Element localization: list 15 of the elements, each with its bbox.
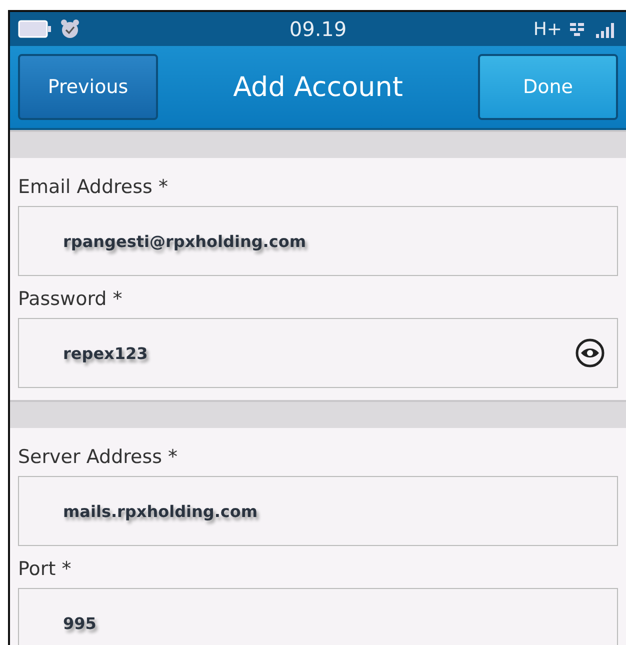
battery-icon <box>18 20 52 38</box>
input-field[interactable]: rpangesti@rpxholding.com <box>18 206 618 276</box>
previous-button[interactable]: Previous <box>18 54 158 120</box>
network-type: H+ <box>533 18 562 40</box>
field-label: Email Address * <box>18 176 169 198</box>
input-field[interactable]: mails.rpxholding.com <box>18 476 618 546</box>
alarm-clock-icon <box>60 19 80 39</box>
input-field[interactable]: 995 <box>18 588 618 645</box>
field-label: Password * <box>18 288 124 310</box>
clock-time: 09.19 <box>289 17 347 41</box>
password-field[interactable]: repex123 <box>18 318 618 388</box>
field-label: Server Address * <box>18 446 179 468</box>
show-password-icon[interactable] <box>575 338 605 368</box>
field-label: Port * <box>18 558 72 580</box>
screen-title: Add Account <box>232 72 404 102</box>
